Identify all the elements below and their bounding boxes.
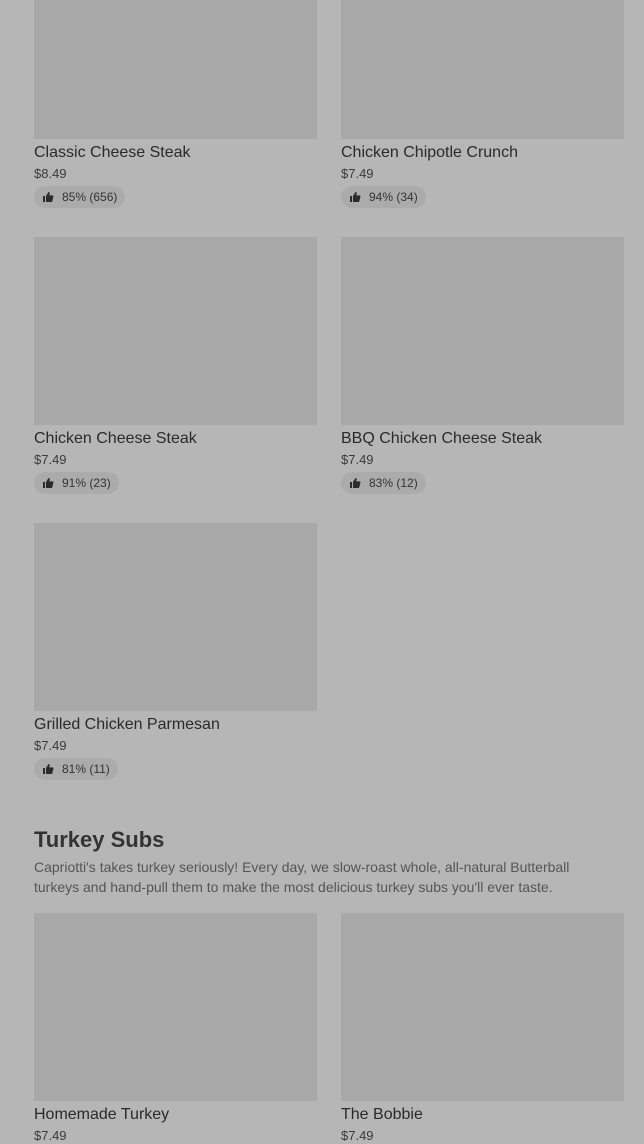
thumbs-up-icon — [43, 764, 54, 774]
menu-item-name: Chicken Chipotle Crunch — [341, 144, 518, 161]
rating-text: 91% (23) — [62, 476, 111, 490]
menu-item-name: Classic Cheese Steak — [34, 144, 191, 161]
rating-badge: 91% (23) — [34, 472, 119, 494]
menu-item-name: Homemade Turkey — [34, 1106, 170, 1123]
thumbs-up-icon — [350, 192, 361, 202]
menu-item-card[interactable]: The Bobbie $7.49 — [341, 913, 624, 1144]
menu-item-image[interactable] — [34, 0, 317, 139]
menu-item-name: The Bobbie — [341, 1106, 423, 1123]
menu-item-image[interactable] — [341, 237, 624, 425]
menu-item-price: $7.49 — [34, 738, 67, 753]
rating-badge: 94% (34) — [341, 186, 426, 208]
menu-item-price: $8.49 — [34, 166, 67, 181]
menu-item-price: $7.49 — [34, 1128, 67, 1143]
thumbs-up-icon — [43, 192, 54, 202]
rating-badge: 81% (11) — [34, 758, 118, 780]
menu-item-name: BBQ Chicken Cheese Steak — [341, 430, 542, 447]
menu-item-price: $7.49 — [34, 452, 67, 467]
thumbs-up-icon — [350, 478, 361, 488]
menu-item-image[interactable] — [341, 913, 624, 1101]
menu-item-card[interactable]: Grilled Chicken Parmesan $7.49 81% (11) — [34, 523, 317, 780]
menu-page: Classic Cheese Steak $8.49 85% (656) Chi… — [0, 0, 644, 1143]
menu-item-card[interactable]: Classic Cheese Steak $8.49 85% (656) — [34, 0, 317, 208]
rating-text: 85% (656) — [62, 190, 118, 204]
menu-item-price: $7.49 — [341, 166, 374, 181]
menu-item-name: Grilled Chicken Parmesan — [34, 716, 220, 733]
menu-item-price: $7.49 — [341, 1128, 374, 1143]
menu-item-price: $7.49 — [341, 452, 374, 467]
rating-text: 81% (11) — [62, 762, 110, 776]
thumbs-up-icon — [43, 478, 54, 488]
rating-text: 94% (34) — [369, 190, 418, 204]
menu-item-card[interactable]: Chicken Chipotle Crunch $7.49 94% (34) — [341, 0, 624, 208]
menu-item-image[interactable] — [34, 237, 317, 425]
menu-item-image[interactable] — [34, 523, 317, 711]
menu-item-card[interactable]: Homemade Turkey $7.49 — [34, 913, 317, 1144]
menu-item-card[interactable]: Chicken Cheese Steak $7.49 91% (23) — [34, 237, 317, 494]
rating-text: 83% (12) — [369, 476, 418, 490]
menu-item-card[interactable]: BBQ Chicken Cheese Steak $7.49 83% (12) — [341, 237, 624, 494]
section-title: Turkey Subs — [34, 827, 165, 852]
rating-badge: 85% (656) — [34, 186, 126, 208]
rating-badge: 83% (12) — [341, 472, 426, 494]
menu-item-image[interactable] — [34, 913, 317, 1101]
menu-item-name: Chicken Cheese Steak — [34, 430, 197, 447]
section-description: Capriotti's takes turkey seriously! Ever… — [34, 859, 570, 895]
menu-item-image[interactable] — [341, 0, 624, 139]
